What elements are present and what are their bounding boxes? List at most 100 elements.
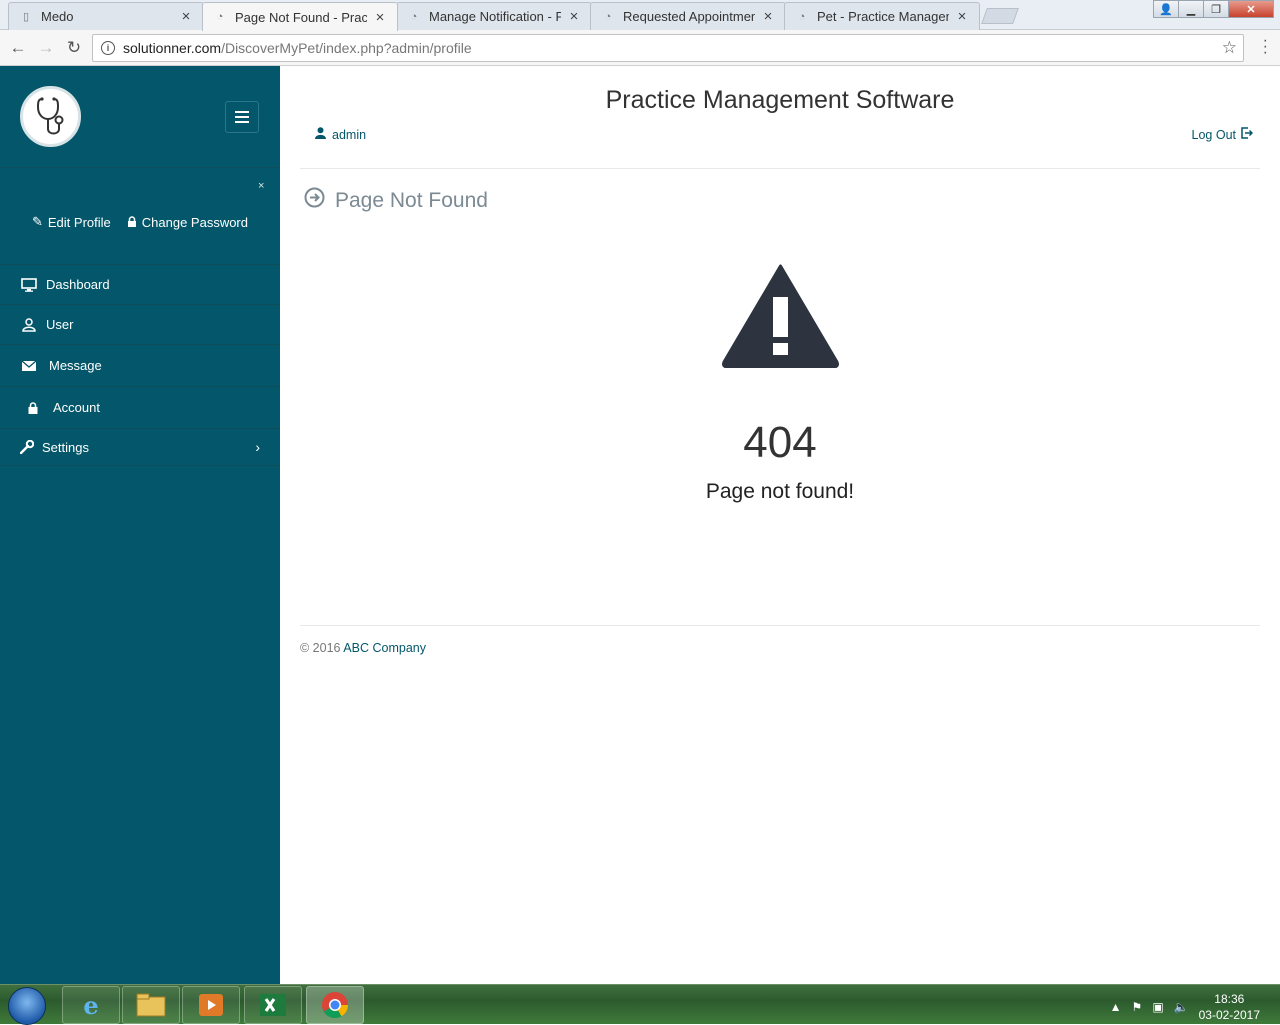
sign-out-icon (1241, 127, 1254, 142)
clock-date: 03-02-2017 (1198, 1008, 1260, 1022)
tab-label: Medo (41, 9, 74, 24)
url-bar[interactable]: i solutionner.com/DiscoverMyPet/index.ph… (92, 34, 1244, 62)
page-heading: Page Not Found (304, 187, 488, 214)
footer: © 2016 ABC Company (300, 641, 426, 655)
sidebar-item-label: User (46, 317, 74, 332)
bookmark-star-icon[interactable]: ☆ (1222, 38, 1237, 58)
lock-icon (24, 401, 42, 414)
app-title: Practice Management Software (605, 86, 955, 114)
browser-tab-strip: ▯ Medo × ◔ Page Not Found - Practic × ◔ … (0, 0, 1280, 31)
sidebar-close-icon[interactable]: × (258, 180, 264, 192)
chrome-icon[interactable] (306, 986, 364, 1024)
info-icon[interactable]: i (101, 41, 115, 55)
favicon-icon: ◔ (798, 10, 806, 23)
wrench-icon (20, 440, 34, 454)
header-divider (300, 168, 1260, 169)
user-profile-icon[interactable]: 👤 (1153, 0, 1179, 18)
page-icon: ▯ (22, 11, 30, 23)
sidebar-item-settings[interactable]: Settings › (0, 428, 280, 466)
lock-icon (127, 215, 137, 230)
url-path: /DiscoverMyPet/index.php?admin/profile (221, 40, 472, 56)
change-password-label: Change Password (141, 214, 248, 230)
tab-close-icon[interactable]: × (761, 8, 775, 25)
pencil-icon: ✎ (31, 214, 43, 229)
copyright-text: © 2016 (300, 641, 341, 655)
tab-close-icon[interactable]: × (955, 8, 969, 25)
url-host: solutionner.com (123, 40, 222, 56)
system-tray: ▲ ⚑ ▣ 🔈 18:36 03-02-2017 (1110, 991, 1260, 1023)
users-icon (20, 317, 38, 332)
browser-menu-icon[interactable]: · · · (1263, 33, 1268, 61)
show-hidden-icons-icon[interactable]: ▲ (1110, 1000, 1122, 1014)
volume-icon[interactable]: 🔈 (1174, 1000, 1189, 1014)
media-player-icon[interactable] (182, 986, 240, 1024)
change-password-link[interactable]: Change Password (127, 214, 248, 230)
page-heading-text: Page Not Found (335, 188, 488, 212)
monitor-icon (20, 277, 38, 292)
main-content: Practice Management Software admin Log O… (280, 66, 1280, 984)
new-tab-button[interactable] (981, 8, 1019, 24)
company-link[interactable]: ABC Company (343, 641, 426, 655)
internet-explorer-icon[interactable]: e (62, 986, 120, 1024)
tab-close-icon[interactable]: × (373, 9, 387, 26)
browser-tab-pet-practice[interactable]: ◔ Pet - Practice Manageme × (784, 2, 980, 30)
network-icon[interactable]: ▣ (1152, 1000, 1163, 1014)
sidebar-item-user[interactable]: User (0, 304, 280, 344)
browser-tab-manage-notification[interactable]: ◔ Manage Notification - Pr × (396, 2, 592, 30)
sidebar: × ✎ Edit Profile Change Password Dashboa… (0, 66, 280, 984)
admin-user-link[interactable]: admin (315, 127, 366, 142)
sidebar-item-label: Settings (42, 439, 89, 455)
clock[interactable]: 18:36 03-02-2017 (1199, 991, 1260, 1023)
window-controls: 👤 ▁ ❐ ✕ (1153, 0, 1274, 18)
forward-arrow-icon[interactable]: → (36, 38, 56, 58)
minimize-button[interactable]: ▁ (1178, 0, 1204, 18)
clock-time: 18:36 (1214, 992, 1245, 1006)
sidebar-item-label: Account (53, 400, 100, 415)
close-window-button[interactable]: ✕ (1228, 0, 1274, 18)
back-arrow-icon[interactable]: ← (8, 38, 28, 58)
sidebar-header (0, 66, 280, 168)
edit-profile-link[interactable]: ✎ Edit Profile (32, 214, 111, 230)
logout-label: Log Out (1191, 127, 1236, 142)
reload-icon[interactable]: ↻ (64, 38, 84, 58)
error-message: Page not found! (705, 480, 855, 503)
excel-icon[interactable] (244, 986, 302, 1024)
restore-button[interactable]: ❐ (1203, 0, 1229, 18)
logout-link[interactable]: Log Out (1191, 127, 1254, 142)
tab-close-icon[interactable]: × (179, 8, 193, 25)
browser-tab-requested-appointment[interactable]: ◔ Requested Appointment × (590, 2, 786, 30)
windows-taskbar: e ▲ ⚑ ▣ 🔈 18:36 03-02-2017 (0, 984, 1280, 1025)
sidebar-item-label: Dashboard (46, 277, 110, 292)
address-bar-row: ← → ↻ i solutionner.com/DiscoverMyPet/in… (0, 30, 1280, 66)
action-center-flag-icon[interactable]: ⚑ (1132, 1000, 1143, 1014)
tab-label: Page Not Found - Practic (235, 9, 367, 25)
sidebar-item-message[interactable]: Message (0, 344, 280, 386)
stethoscope-logo[interactable] (20, 86, 81, 147)
envelope-icon (20, 360, 38, 371)
browser-tab-medo[interactable]: ▯ Medo × (8, 2, 204, 30)
tab-label: Manage Notification - Pr (429, 9, 561, 24)
footer-divider (300, 625, 1260, 626)
profile-links: ✎ Edit Profile Change Password (0, 214, 280, 230)
sidebar-item-account[interactable]: Account (0, 386, 280, 428)
favicon-icon: ◔ (410, 10, 418, 23)
error-code: 404 (743, 418, 817, 467)
tab-close-icon[interactable]: × (567, 8, 581, 25)
menu-toggle-button[interactable] (225, 101, 259, 133)
favicon-icon: ◔ (216, 11, 224, 23)
start-button[interactable] (8, 987, 46, 1025)
edit-profile-label: Edit Profile (47, 214, 111, 230)
tab-label: Pet - Practice Manageme (817, 9, 949, 24)
file-explorer-icon[interactable] (122, 986, 180, 1024)
sidebar-item-dashboard[interactable]: Dashboard (0, 264, 280, 304)
chevron-right-icon: › (255, 439, 260, 455)
warning-triangle-icon (722, 264, 839, 373)
circle-arrow-right-icon (304, 187, 325, 214)
browser-tab-page-not-found[interactable]: ◔ Page Not Found - Practic × (202, 2, 398, 31)
admin-username: admin (332, 127, 367, 142)
sidebar-item-label: Message (49, 358, 102, 373)
sidebar-nav: Dashboard User Message Account Settings (0, 264, 280, 466)
tab-label: Requested Appointment (623, 9, 755, 24)
user-icon (315, 127, 326, 142)
favicon-icon: ◔ (604, 10, 612, 23)
